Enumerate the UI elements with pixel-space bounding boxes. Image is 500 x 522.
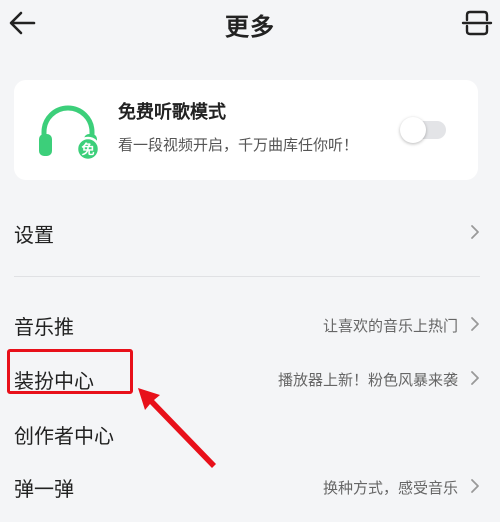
free-mode-toggle[interactable]	[400, 117, 446, 143]
page-title: 更多	[225, 13, 275, 41]
top-bar: 更多	[0, 0, 500, 50]
chevron-right-icon	[471, 371, 479, 385]
pop-hint: 换种方式，感受音乐	[322, 479, 458, 497]
scan-button[interactable]	[460, 6, 494, 40]
free-badge-text: 免	[81, 142, 94, 158]
creator-center-label: 创作者中心	[14, 424, 114, 448]
settings-item[interactable]: 设置	[14, 210, 484, 254]
chevron-right-icon	[471, 479, 479, 493]
section-divider	[14, 276, 480, 277]
annotation-arrow-icon	[138, 388, 216, 468]
free-mode-subtitle: 看一段视频开启，千万曲库任你听！	[118, 136, 359, 154]
music-push-hint: 让喜欢的音乐上热门	[322, 317, 458, 335]
pop-item[interactable]: 弹一弹 换种方式，感受音乐	[14, 464, 484, 508]
music-push-label: 音乐推	[14, 315, 74, 339]
toggle-knob	[400, 117, 426, 143]
settings-label: 设置	[14, 223, 54, 247]
chevron-right-icon	[471, 225, 479, 239]
chevron-right-icon	[471, 317, 479, 331]
dress-center-hint: 播放器上新！粉色风暴来袭	[277, 371, 458, 389]
pop-label: 弹一弹	[14, 477, 74, 501]
free-mode-title: 免费听歌模式	[118, 102, 226, 123]
free-mode-card: 免 免费听歌模式 看一段视频开启，千万曲库任你听！	[14, 80, 478, 180]
headphone-icon: 免	[39, 105, 101, 162]
scan-icon	[461, 10, 493, 36]
highlight-box	[7, 349, 133, 394]
creator-center-item[interactable]: 创作者中心	[14, 411, 484, 455]
music-push-item[interactable]: 音乐推 让喜欢的音乐上热门	[14, 302, 484, 346]
